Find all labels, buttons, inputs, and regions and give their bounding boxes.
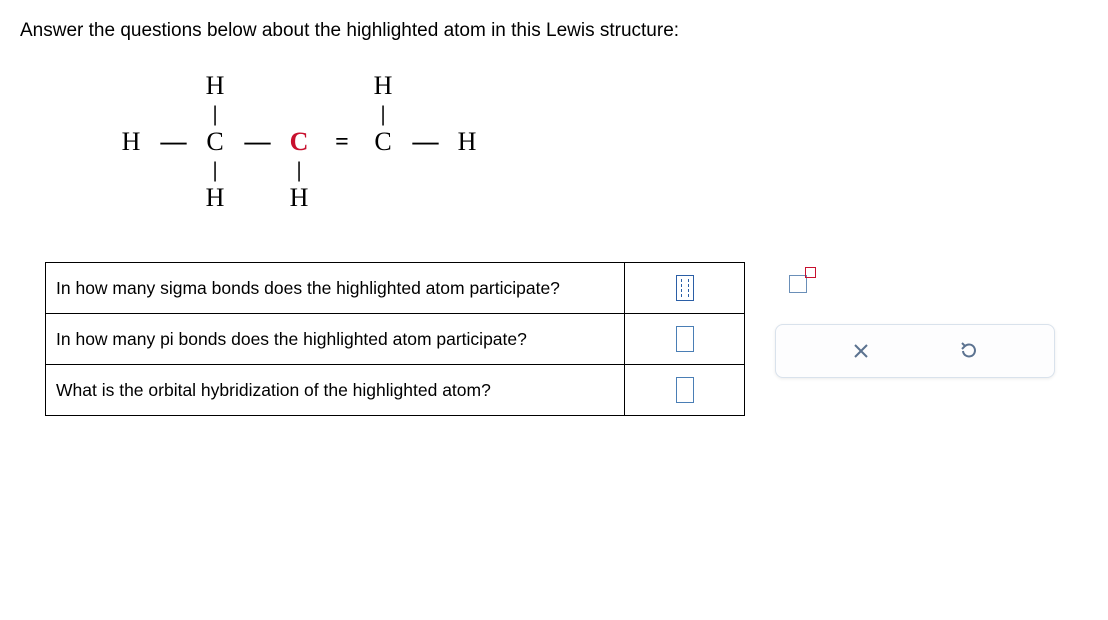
- instruction-text: Answer the questions below about the hig…: [20, 20, 1088, 42]
- bond-double: =: [320, 130, 362, 154]
- question-prompt: In how many sigma bonds does the highlig…: [46, 263, 625, 314]
- atom-h: H: [110, 129, 152, 155]
- reset-icon: [959, 341, 979, 361]
- close-button[interactable]: [847, 337, 875, 365]
- answer-input-sigma[interactable]: [676, 275, 694, 301]
- atom-h: H: [194, 73, 236, 99]
- bond-vertical: |: [194, 159, 236, 181]
- answer-input-hybridization[interactable]: [676, 377, 694, 403]
- bond-single: —: [236, 129, 278, 155]
- question-prompt: In how many pi bonds does the highlighte…: [46, 314, 625, 365]
- atom-c: C: [362, 129, 404, 155]
- bond-single: —: [152, 129, 194, 155]
- bond-vertical: |: [278, 159, 320, 181]
- atom-h: H: [446, 129, 488, 155]
- question-prompt: What is the orbital hybridization of the…: [46, 365, 625, 416]
- reset-button[interactable]: [955, 337, 983, 365]
- question-table: In how many sigma bonds does the highlig…: [45, 262, 745, 416]
- lewis-structure: H H | | H — C — C = C — H: [110, 72, 1088, 212]
- bond-vertical: |: [194, 103, 236, 125]
- bond-single: —: [404, 129, 446, 155]
- close-icon: [852, 342, 870, 360]
- answer-input-pi[interactable]: [676, 326, 694, 352]
- atom-h: H: [278, 185, 320, 211]
- atom-c-highlighted: C: [278, 129, 320, 155]
- atom-c: C: [194, 129, 236, 155]
- exponent-tool-button[interactable]: [781, 262, 825, 306]
- tool-panel: [775, 262, 1055, 378]
- atom-h: H: [362, 73, 404, 99]
- bond-vertical: |: [362, 103, 404, 125]
- atom-h: H: [194, 185, 236, 211]
